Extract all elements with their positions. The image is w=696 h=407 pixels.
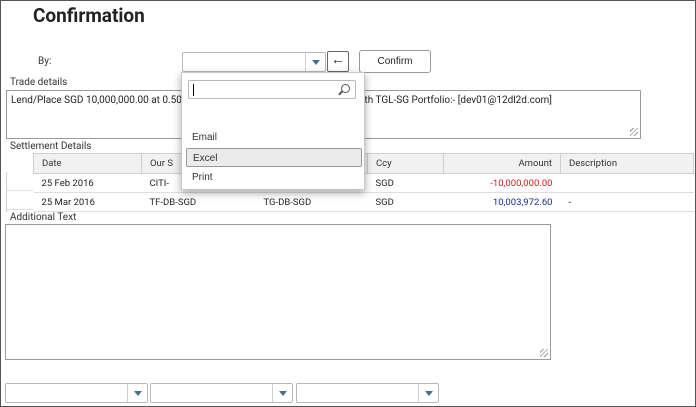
dropdown-option-excel[interactable]: Excel xyxy=(186,148,362,167)
col-header-amount[interactable]: Amount xyxy=(443,153,561,174)
dropdown-option-print[interactable]: Print xyxy=(186,168,362,187)
chevron-down-icon[interactable] xyxy=(418,384,438,402)
cell-their-ssi: TG-DB-SGD xyxy=(255,192,368,212)
cell-date: 25 Feb 2016 xyxy=(33,173,142,193)
settlement-details-label: Settlement Details xyxy=(10,141,92,152)
bottom-select-2[interactable] xyxy=(150,383,293,403)
trade-details-text-left: Lend/Place SGD 10,000,000.00 at 0.500 xyxy=(11,95,188,106)
cell-amount: -10,000,000.00 xyxy=(443,173,561,193)
chevron-down-icon[interactable] xyxy=(305,53,325,71)
dropdown-search-input[interactable] xyxy=(188,80,356,99)
search-icon xyxy=(341,84,350,93)
chevron-down-icon[interactable] xyxy=(272,384,292,402)
resize-grip-icon[interactable] xyxy=(540,349,548,357)
col-header-date[interactable]: Date xyxy=(33,153,142,174)
col-header-description[interactable]: Description xyxy=(560,153,694,174)
bottom-select-1[interactable] xyxy=(5,383,148,403)
additional-text-label: Additional Text xyxy=(10,212,77,223)
cell-ccy: SGD xyxy=(367,173,444,193)
cell-ccy: SGD xyxy=(367,192,444,212)
trade-details-text-right: ith TGL-SG Portfolio:- [dev01@12dl2d.com… xyxy=(362,95,552,106)
by-label: By: xyxy=(38,56,52,67)
confirm-button[interactable]: Confirm xyxy=(359,50,431,73)
dropdown-option-email[interactable]: Email xyxy=(186,128,362,147)
cell-description: - xyxy=(560,192,694,212)
row-selector-column xyxy=(6,172,33,212)
cell-date: 25 Mar 2016 xyxy=(33,192,142,212)
arrow-left-icon[interactable]: ← xyxy=(327,51,349,72)
chevron-down-icon[interactable] xyxy=(127,384,147,402)
trade-details-label: Trade details xyxy=(10,77,68,88)
by-dropdown-menu: Email Excel Print xyxy=(181,72,365,190)
additional-text-field[interactable] xyxy=(5,224,551,360)
cell-description xyxy=(560,173,694,193)
table-row[interactable]: 25 Mar 2016 TF-DB-SGD TG-DB-SGD SGD 10,0… xyxy=(33,192,694,212)
cell-amount: 10,003,972.60 xyxy=(443,192,561,212)
page-title: Confirmation xyxy=(33,4,145,27)
col-header-ccy[interactable]: Ccy xyxy=(367,153,444,174)
bottom-select-3[interactable] xyxy=(296,383,439,403)
text-cursor xyxy=(193,84,194,96)
by-select[interactable] xyxy=(182,52,326,72)
cell-our-ssi: TF-DB-SGD xyxy=(141,192,256,212)
resize-grip-icon[interactable] xyxy=(630,128,638,136)
